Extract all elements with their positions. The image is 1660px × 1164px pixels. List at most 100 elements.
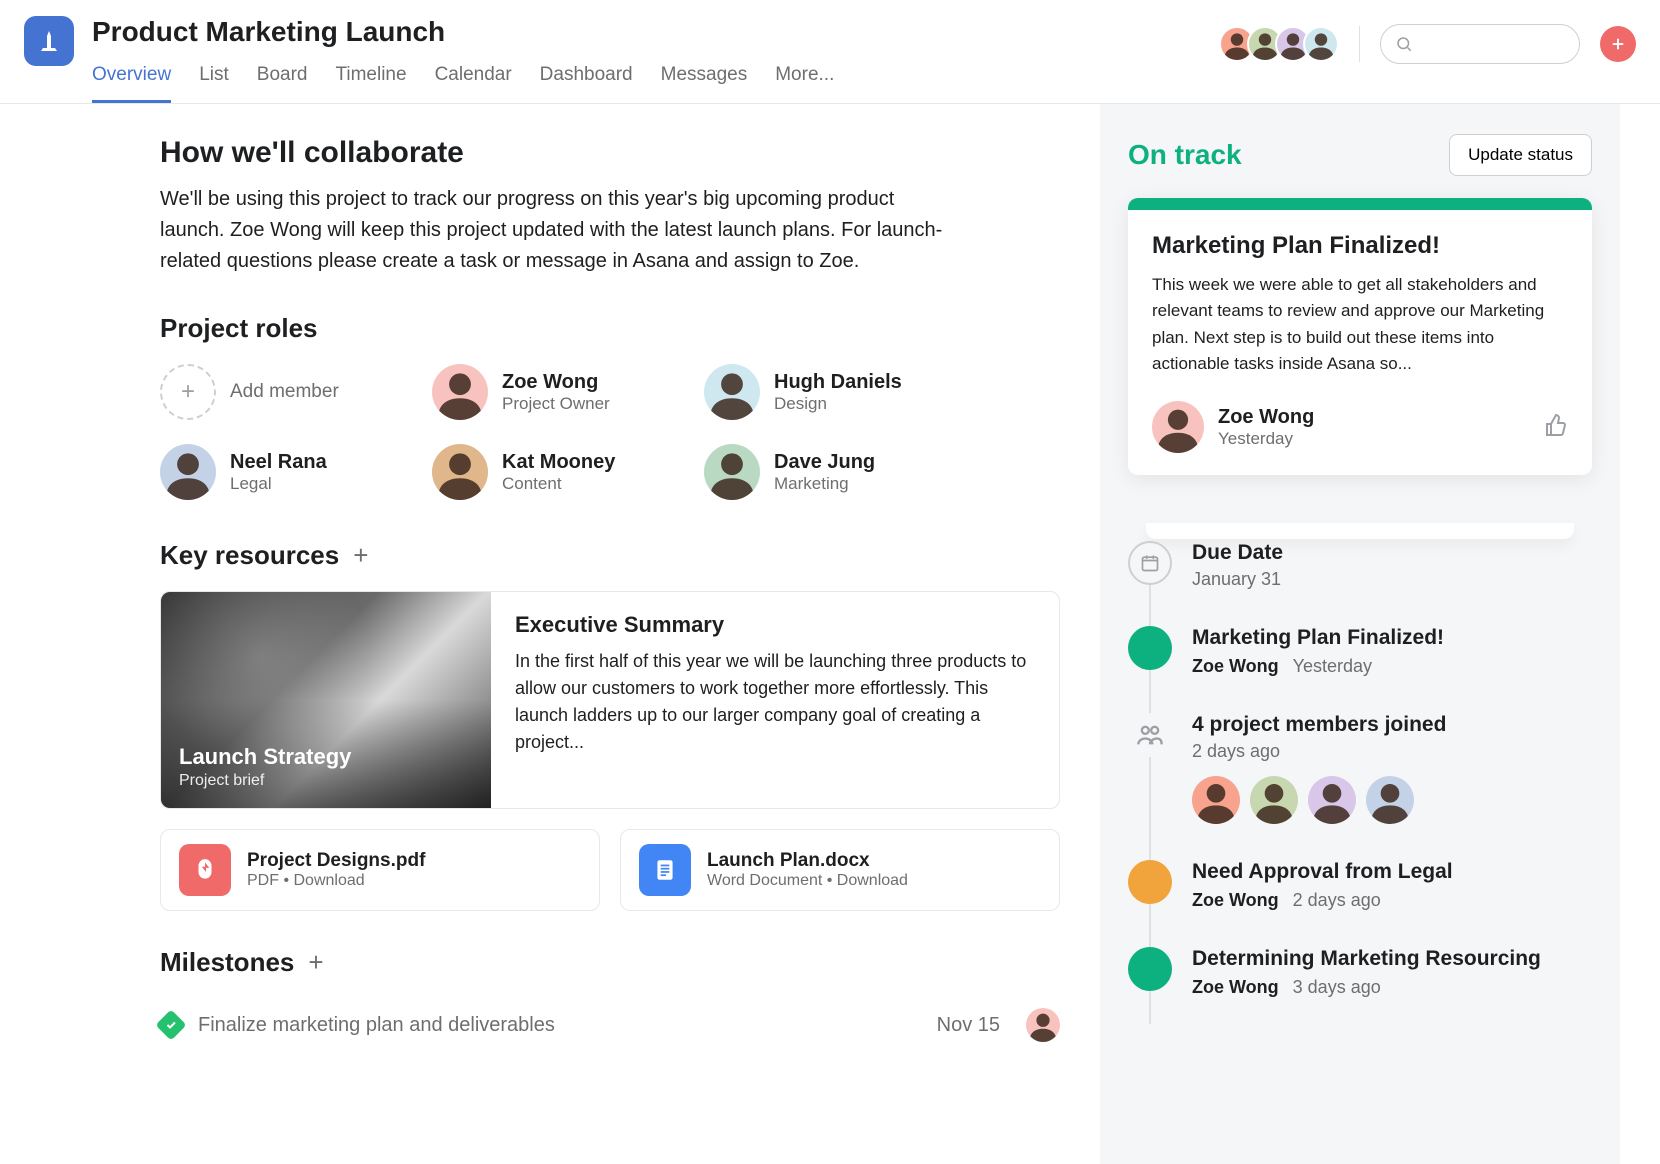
tabs: Overview List Board Timeline Calendar Da… xyxy=(92,56,1227,103)
calendar-icon xyxy=(1128,541,1172,585)
tab-list[interactable]: List xyxy=(199,56,229,103)
timeline-time: 2 days ago xyxy=(1293,890,1381,911)
file-card[interactable]: Project Designs.pdf PDF • Download xyxy=(160,829,600,911)
timeline-title: Determining Marketing Resourcing xyxy=(1192,947,1592,971)
global-add-button[interactable] xyxy=(1600,26,1636,62)
header: Product Marketing Launch Overview List B… xyxy=(0,0,1660,104)
people-icon xyxy=(1128,713,1172,757)
avatar[interactable] xyxy=(1303,26,1339,62)
role-item[interactable]: Neel RanaLegal xyxy=(160,444,420,500)
file-meta: Word Document • Download xyxy=(707,872,908,890)
resource-title: Executive Summary xyxy=(515,612,1035,638)
tab-timeline[interactable]: Timeline xyxy=(335,56,406,103)
status-title: Marketing Plan Finalized! xyxy=(1152,232,1568,260)
activity-timeline: Due Date January 31 Marketing Plan Final… xyxy=(1128,531,1592,1024)
role-item[interactable]: Hugh DanielsDesign xyxy=(704,364,964,420)
add-resource-button[interactable]: + xyxy=(353,540,368,571)
status-time: Yesterday xyxy=(1218,429,1314,449)
timeline-item[interactable]: Determining Marketing Resourcing Zoe Won… xyxy=(1128,937,1592,1024)
status-author: Zoe Wong xyxy=(1218,406,1314,429)
plus-icon xyxy=(1609,35,1627,53)
roles-heading: Project roles xyxy=(160,313,1060,344)
status-text: This week we were able to get all stakeh… xyxy=(1152,272,1568,377)
member-avatars[interactable] xyxy=(1227,26,1339,62)
timeline-item[interactable]: Marketing Plan Finalized! Zoe Wong Yeste… xyxy=(1128,616,1592,703)
milestones-heading: Milestones + xyxy=(160,947,1060,978)
role-name: Hugh Daniels xyxy=(774,371,902,394)
search-icon xyxy=(1395,35,1413,53)
milestone-row[interactable]: Finalize marketing plan and deliverables… xyxy=(160,998,1060,1052)
timeline-item: Due Date January 31 xyxy=(1128,531,1592,616)
main-content: How we'll collaborate We'll be using thi… xyxy=(0,104,1100,1164)
tab-board[interactable]: Board xyxy=(257,56,308,103)
project-title: Product Marketing Launch xyxy=(92,16,1227,48)
project-icon[interactable] xyxy=(24,16,74,66)
search-input[interactable] xyxy=(1380,24,1580,64)
status-card[interactable]: Marketing Plan Finalized! This week we w… xyxy=(1128,198,1592,475)
avatar xyxy=(704,444,760,500)
milestone-complete-icon xyxy=(155,1009,186,1040)
tab-messages[interactable]: Messages xyxy=(661,56,748,103)
status-dot-green xyxy=(1128,947,1172,991)
like-button[interactable] xyxy=(1544,413,1568,442)
avatar xyxy=(432,444,488,500)
timeline-author: Zoe Wong xyxy=(1192,656,1279,677)
avatar xyxy=(1308,776,1356,824)
timeline-title: Need Approval from Legal xyxy=(1192,860,1592,884)
tab-more[interactable]: More... xyxy=(775,56,834,103)
resources-heading: Key resources + xyxy=(160,540,1060,571)
role-item[interactable]: Zoe WongProject Owner xyxy=(432,364,692,420)
status-dot-orange xyxy=(1128,860,1172,904)
status-sidebar: On track Update status Marketing Plan Fi… xyxy=(1100,104,1620,1164)
update-status-button[interactable]: Update status xyxy=(1449,134,1592,176)
timeline-time: 3 days ago xyxy=(1293,977,1381,998)
resource-image-sub: Project brief xyxy=(179,772,473,790)
milestone-text: Finalize marketing plan and deliverables xyxy=(198,1014,921,1037)
file-name: Project Designs.pdf xyxy=(247,850,425,872)
collab-body: We'll be using this project to track our… xyxy=(160,184,960,277)
timeline-item[interactable]: Need Approval from Legal Zoe Wong 2 days… xyxy=(1128,850,1592,937)
role-sub: Marketing xyxy=(774,474,875,494)
role-name: Dave Jung xyxy=(774,451,875,474)
timeline-time: Yesterday xyxy=(1293,656,1372,677)
resource-image: Launch Strategy Project brief xyxy=(161,592,491,808)
status-label: On track xyxy=(1128,139,1242,171)
status-dot-green xyxy=(1128,626,1172,670)
role-name: Kat Mooney xyxy=(502,451,615,474)
timeline-time: 2 days ago xyxy=(1192,741,1592,762)
avatar xyxy=(432,364,488,420)
role-item[interactable]: Kat MooneyContent xyxy=(432,444,692,500)
pdf-icon xyxy=(179,844,231,896)
role-sub: Project Owner xyxy=(502,394,610,414)
role-sub: Design xyxy=(774,394,902,414)
avatar xyxy=(1026,1008,1060,1042)
timeline-item[interactable]: 4 project members joined 2 days ago xyxy=(1128,703,1592,850)
add-member-button[interactable]: + Add member xyxy=(160,364,420,420)
joined-avatars xyxy=(1192,776,1592,824)
status-color-bar xyxy=(1128,198,1592,210)
file-card[interactable]: Launch Plan.docx Word Document • Downloa… xyxy=(620,829,1060,911)
role-name: Zoe Wong xyxy=(502,371,610,394)
timeline-title: Marketing Plan Finalized! xyxy=(1192,626,1592,650)
plus-circle-icon: + xyxy=(160,364,216,420)
avatar xyxy=(1192,776,1240,824)
resource-brief-card[interactable]: Launch Strategy Project brief Executive … xyxy=(160,591,1060,809)
avatar xyxy=(1250,776,1298,824)
role-name: Neel Rana xyxy=(230,451,327,474)
role-sub: Legal xyxy=(230,474,327,494)
resource-text: In the first half of this year we will b… xyxy=(515,648,1035,756)
role-item[interactable]: Dave JungMarketing xyxy=(704,444,964,500)
tab-overview[interactable]: Overview xyxy=(92,56,171,103)
timeline-sub: January 31 xyxy=(1192,569,1592,590)
tab-dashboard[interactable]: Dashboard xyxy=(540,56,633,103)
role-sub: Content xyxy=(502,474,615,494)
tab-calendar[interactable]: Calendar xyxy=(435,56,512,103)
add-milestone-button[interactable]: + xyxy=(308,947,323,978)
milestone-date: Nov 15 xyxy=(937,1014,1000,1037)
roles-grid: + Add member Zoe WongProject Owner Hugh … xyxy=(160,364,1060,500)
collab-heading: How we'll collaborate xyxy=(160,136,1060,170)
timeline-title: 4 project members joined xyxy=(1192,713,1592,737)
timeline-title: Due Date xyxy=(1192,541,1592,565)
timeline-author: Zoe Wong xyxy=(1192,977,1279,998)
file-meta: PDF • Download xyxy=(247,872,425,890)
